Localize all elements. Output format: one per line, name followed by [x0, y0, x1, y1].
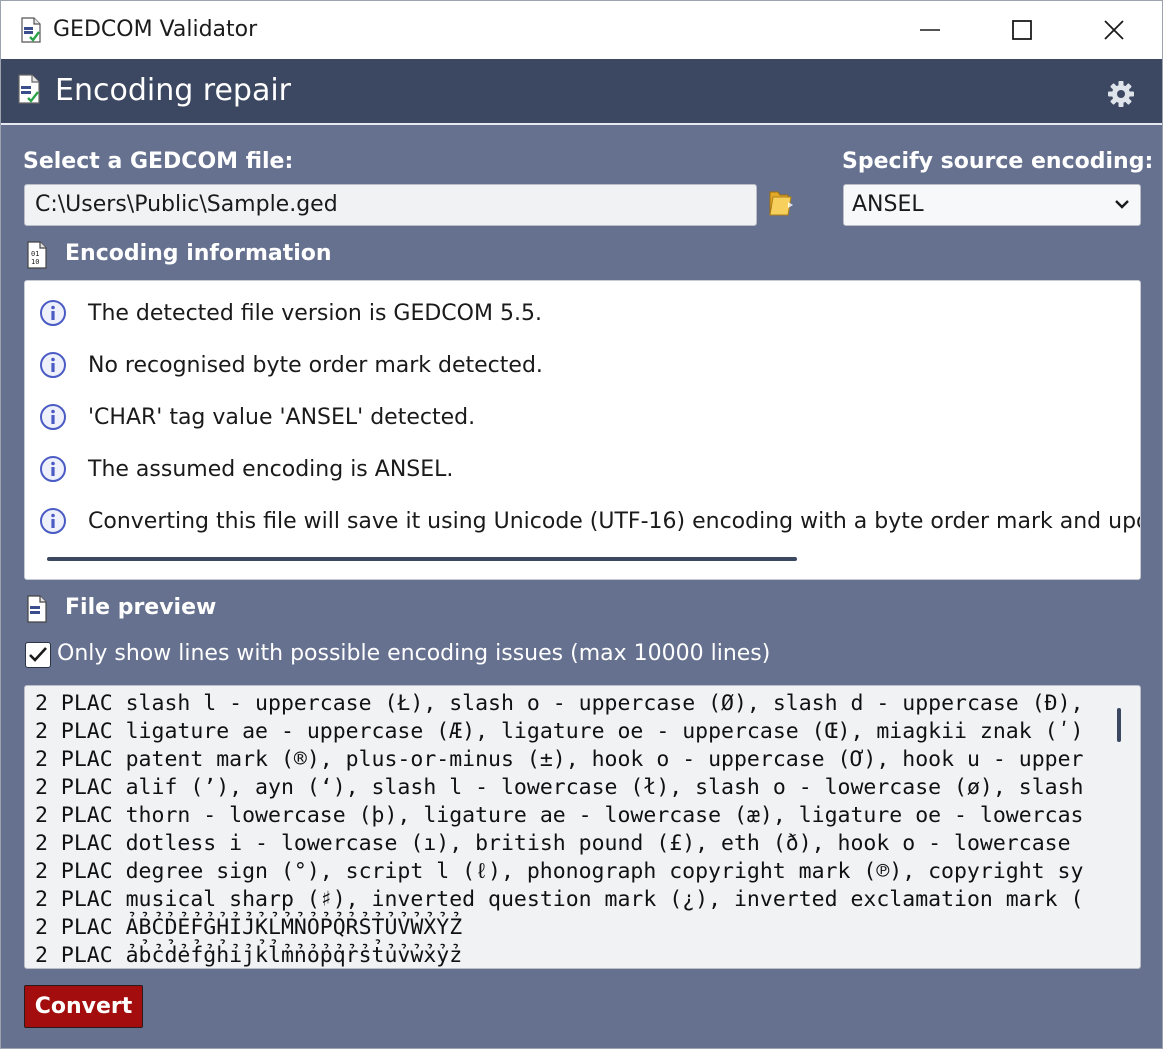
gear-icon[interactable] — [1107, 80, 1135, 108]
binary-file-icon: 01 10 — [27, 241, 47, 269]
encoding-select-label: Specify source encoding: — [842, 149, 1154, 174]
file-preview-heading: File preview — [65, 595, 217, 620]
minimize-icon — [920, 29, 940, 31]
title-bar: GEDCOM Validator — [1, 1, 1162, 59]
gedcom-file-icon — [27, 595, 47, 623]
preview-line: 2 PLAC ảb̉c̉d̉ẻf̉g̉h̉ỉj̉k̉l̉m̉n̉ỏp̉q̉r̉s… — [35, 943, 463, 968]
checkmark-icon — [29, 647, 47, 662]
info-message: 'CHAR' tag value 'ANSEL' detected. — [25, 397, 1140, 437]
chevron-down-icon — [1115, 200, 1129, 209]
file-select-label: Select a GEDCOM file: — [23, 149, 294, 174]
minimize-button[interactable] — [884, 1, 976, 59]
info-message-text: 'CHAR' tag value 'ANSEL' detected. — [88, 405, 476, 430]
info-message: The detected file version is GEDCOM 5.5. — [25, 293, 1140, 333]
page-header: Encoding repair — [1, 59, 1162, 125]
encoding-issues-label[interactable]: Only show lines with possible encoding i… — [57, 641, 770, 666]
source-encoding-select[interactable]: ANSEL — [843, 184, 1141, 226]
vertical-scrollbar[interactable] — [1117, 708, 1121, 742]
preview-line: 2 PLAC ẢB̉C̉D̉ẺF̉G̉H̉ỈJ̉K̉L̉M̉N̉ỎP̉Q̉R̉S… — [35, 915, 463, 940]
info-message: Converting this file will save it using … — [25, 501, 1140, 541]
file-path-input[interactable]: C:\Users\Public\Sample.ged — [24, 184, 757, 226]
preview-line: 2 PLAC musical sharp (♯), inverted quest… — [35, 887, 1084, 912]
app-window: GEDCOM Validator Encoding repair Select … — [0, 0, 1163, 1049]
file-preview-text[interactable]: 2 PLAC slash l - uppercase (Ł), slash o … — [24, 685, 1141, 969]
convert-button[interactable]: Convert — [24, 985, 143, 1028]
close-button[interactable] — [1068, 1, 1160, 59]
encoding-info-heading: Encoding information — [65, 241, 332, 266]
info-message-text: Converting this file will save it using … — [88, 509, 1141, 534]
preview-line: 2 PLAC slash l - uppercase (Ł), slash o … — [35, 691, 1084, 716]
gedcom-file-icon — [18, 74, 40, 104]
info-icon — [40, 456, 66, 482]
preview-line: 2 PLAC dotless i - lowercase (ı), britis… — [35, 831, 1071, 856]
folder-icon[interactable] — [768, 188, 794, 218]
info-message-text: The assumed encoding is ANSEL. — [88, 457, 454, 482]
svg-text:10: 10 — [31, 258, 39, 266]
maximize-icon — [1012, 20, 1032, 40]
preview-line: 2 PLAC patent mark (®), plus-or-minus (±… — [35, 747, 1084, 772]
info-icon — [40, 508, 66, 534]
info-message: No recognised byte order mark detected. — [25, 345, 1140, 385]
info-message-text: The detected file version is GEDCOM 5.5. — [88, 301, 542, 326]
preview-line: 2 PLAC degree sign (°), script l (ℓ), ph… — [35, 859, 1084, 884]
info-message-text: No recognised byte order mark detected. — [88, 353, 543, 378]
info-icon — [40, 404, 66, 430]
page-title: Encoding repair — [55, 73, 292, 108]
window-title: GEDCOM Validator — [53, 17, 258, 42]
encoding-info-panel: The detected file version is GEDCOM 5.5.… — [24, 280, 1141, 580]
info-message: The assumed encoding is ANSEL. — [25, 449, 1140, 489]
horizontal-scrollbar[interactable] — [47, 557, 797, 561]
preview-line: 2 PLAC thorn - lowercase (þ), ligature a… — [35, 803, 1084, 828]
info-icon — [40, 352, 66, 378]
close-icon — [1104, 20, 1124, 40]
info-icon — [40, 300, 66, 326]
encoding-issues-checkbox[interactable] — [25, 642, 51, 668]
gedcom-file-icon — [21, 17, 41, 43]
preview-line: 2 PLAC ligature ae - uppercase (Æ), liga… — [35, 719, 1084, 744]
preview-line: 2 PLAC alif (ʼ), ayn (ʻ), slash l - lowe… — [35, 775, 1084, 800]
maximize-button[interactable] — [976, 1, 1068, 59]
source-encoding-value: ANSEL — [852, 192, 924, 217]
svg-text:01: 01 — [31, 250, 39, 258]
